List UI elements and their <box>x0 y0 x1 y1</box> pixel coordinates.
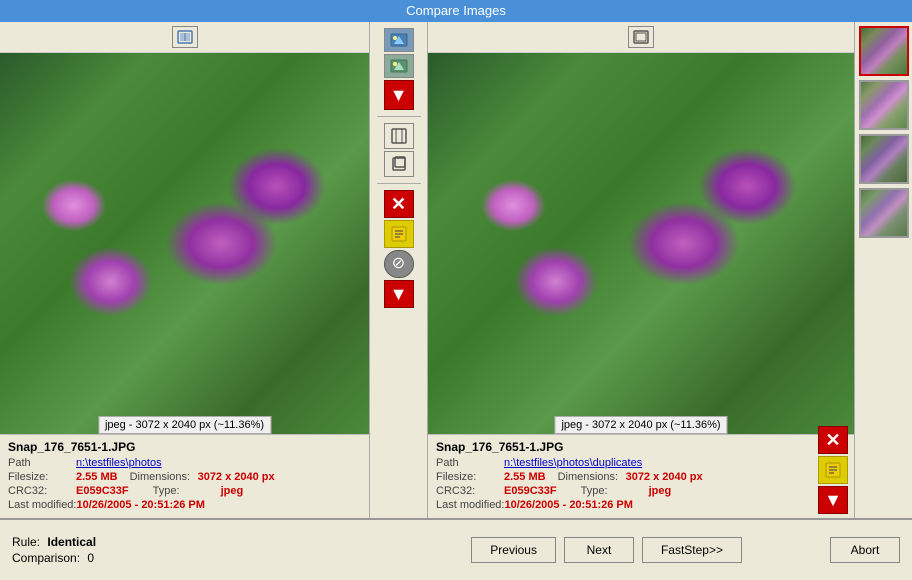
maximize-view-btn[interactable] <box>384 151 414 177</box>
right-dimensions-value: 3072 x 2040 px <box>626 471 703 483</box>
right-maximize-icon[interactable] <box>628 26 654 48</box>
right-lastmod-label: Last modified: <box>436 499 504 511</box>
title-bar: Compare Images <box>0 0 912 22</box>
comparison-label: Comparison: <box>12 551 80 565</box>
left-ignore-btn[interactable]: ⊘ <box>384 250 414 278</box>
rule-label: Rule: <box>12 535 40 549</box>
left-column: jpeg - 3072 x 2040 px (~11.36%) Snap_176… <box>0 22 370 518</box>
right-note-btn[interactable] <box>818 456 848 484</box>
right-action-buttons: ✕ ▼ <box>816 422 850 518</box>
right-image-info: jpeg - 3072 x 2040 px (~11.36%) <box>554 416 727 434</box>
right-move-down-btn[interactable]: ▼ <box>818 486 848 514</box>
previous-button[interactable]: Previous <box>471 537 556 563</box>
thumbnail-4[interactable] <box>859 188 909 238</box>
thumbnail-1[interactable] <box>859 26 909 76</box>
left-type-label: Type: <box>153 485 221 497</box>
left-dimensions-value: 3072 x 2040 px <box>198 471 275 483</box>
middle-column: ▼ ✕ <box>370 22 428 518</box>
thumbnail-3[interactable] <box>859 134 909 184</box>
left-crc32-value: E059C33F <box>76 485 129 497</box>
abort-button[interactable]: Abort <box>830 537 900 563</box>
rule-value: Identical <box>47 535 96 549</box>
left-crc32-label: CRC32: <box>8 485 76 497</box>
right-type-label: Type: <box>581 485 649 497</box>
right-path-value[interactable]: n:\testfiles\photos\duplicates <box>504 457 642 469</box>
left-filesize-label: Filesize: <box>8 471 76 483</box>
right-crc32-label: CRC32: <box>436 485 504 497</box>
right-filename: Snap_176_7651-1.JPG <box>436 440 846 454</box>
right-image-select-btn[interactable] <box>384 54 414 78</box>
scroll-sync-btn[interactable] <box>384 123 414 149</box>
right-delete-btn[interactable]: ✕ <box>818 426 848 454</box>
window-title: Compare Images <box>406 3 506 18</box>
right-path-label: Path <box>436 457 504 469</box>
next-button[interactable]: Next <box>564 537 634 563</box>
left-image-select-btn[interactable] <box>384 28 414 52</box>
right-column: jpeg - 3072 x 2040 px (~11.36%) Snap_176… <box>428 22 854 518</box>
left-move-btn[interactable]: ▼ <box>384 280 414 308</box>
right-filesize-label: Filesize: <box>436 471 504 483</box>
move-to-right-btn[interactable]: ▼ <box>384 80 414 110</box>
faststep-button[interactable]: FastStep>> <box>642 537 742 563</box>
right-dimensions-label: Dimensions: <box>558 471 626 483</box>
left-scroll-icon[interactable] <box>172 26 198 48</box>
right-type-value: jpeg <box>649 485 672 497</box>
left-path-label: Path <box>8 457 76 469</box>
left-lastmod-label: Last modified: <box>8 499 76 511</box>
left-lastmod-value: 10/26/2005 - 20:51:26 PM <box>76 499 204 511</box>
left-dimensions-label: Dimensions: <box>130 471 198 483</box>
comparison-value: 0 <box>87 551 94 565</box>
left-note-btn[interactable] <box>384 220 414 248</box>
left-filename: Snap_176_7651-1.JPG <box>8 440 361 454</box>
thumbnail-2[interactable] <box>859 80 909 130</box>
right-filesize-value: 2.55 MB <box>504 471 546 483</box>
thumbnail-panel <box>854 22 912 518</box>
left-type-value: jpeg <box>221 485 244 497</box>
left-filesize-value: 2.55 MB <box>76 471 118 483</box>
right-lastmod-value: 10/26/2005 - 20:51:26 PM <box>504 499 632 511</box>
left-image-info: jpeg - 3072 x 2040 px (~11.36%) <box>98 416 271 434</box>
left-path-value[interactable]: n:\testfiles\photos <box>76 457 162 469</box>
right-crc32-value: E059C33F <box>504 485 557 497</box>
left-delete-btn[interactable]: ✕ <box>384 190 414 218</box>
